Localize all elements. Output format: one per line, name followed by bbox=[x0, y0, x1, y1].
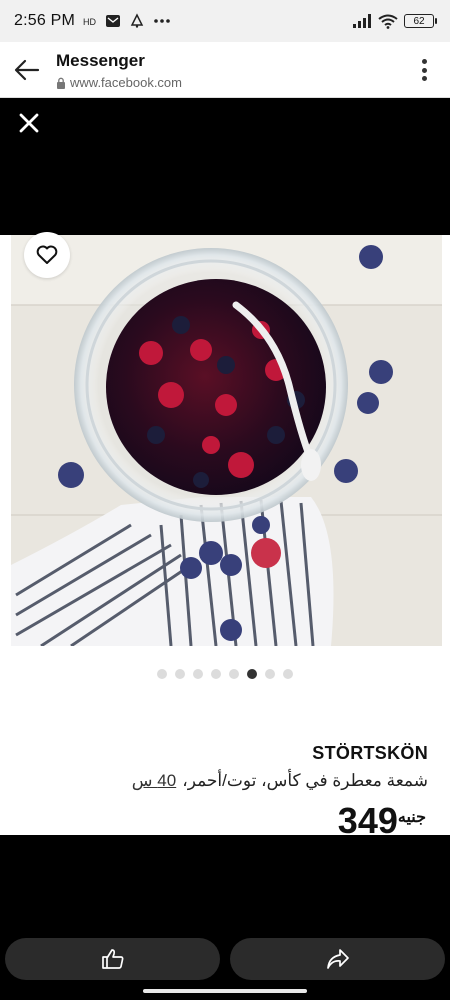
close-button[interactable] bbox=[14, 108, 44, 138]
heart-icon bbox=[36, 245, 58, 264]
pagination-dot[interactable] bbox=[211, 669, 221, 679]
product-card: STÖRTSKÖN شمعة معطرة في كأس، توت/أحمر، 4… bbox=[0, 232, 450, 841]
share-icon bbox=[326, 949, 349, 969]
status-bar: 2:56 PM HD 62 bbox=[0, 0, 450, 42]
bottom-actions bbox=[5, 938, 445, 980]
browser-url: www.facebook.com bbox=[56, 75, 182, 90]
mail-icon bbox=[105, 14, 121, 28]
back-button[interactable] bbox=[12, 56, 42, 84]
menu-dot bbox=[421, 67, 427, 73]
product-name: STÖRTSKÖN bbox=[312, 743, 428, 763]
pagination-dot[interactable] bbox=[283, 669, 293, 679]
pagination-dot[interactable] bbox=[157, 669, 167, 679]
notification-icon bbox=[129, 13, 145, 29]
product-price: جنيه 349 bbox=[338, 801, 428, 841]
pagination-dot-active[interactable] bbox=[247, 669, 257, 679]
size-link[interactable]: 40 س bbox=[132, 771, 176, 791]
lock-icon bbox=[57, 77, 65, 89]
more-dots-icon bbox=[153, 18, 171, 24]
menu-dot bbox=[421, 59, 427, 64]
close-icon bbox=[19, 113, 39, 133]
description-text: شمعة معطرة في كأس، توت/أحمر، bbox=[182, 771, 428, 790]
pagination-dot[interactable] bbox=[175, 669, 185, 679]
home-indicator[interactable] bbox=[143, 989, 307, 993]
status-right: 62 bbox=[352, 14, 437, 29]
arrow-left-icon bbox=[14, 59, 40, 81]
browser-title: Messenger bbox=[56, 51, 145, 70]
menu-dot bbox=[421, 76, 427, 81]
battery-icon: 62 bbox=[404, 14, 437, 28]
product-image[interactable] bbox=[11, 235, 442, 646]
status-left: 2:56 PM HD bbox=[14, 12, 171, 30]
thumbs-up-icon bbox=[101, 949, 123, 969]
svg-text:HD: HD bbox=[83, 17, 96, 27]
url-text: www.facebook.com bbox=[70, 75, 182, 90]
overflow-menu-button[interactable] bbox=[414, 56, 434, 84]
share-button[interactable] bbox=[230, 938, 445, 980]
price-amount: 349 bbox=[337, 800, 398, 841]
pagination-dot[interactable] bbox=[265, 669, 275, 679]
image-pagination bbox=[0, 669, 450, 679]
pagination-dot[interactable] bbox=[229, 669, 239, 679]
favorite-button[interactable] bbox=[24, 232, 70, 278]
status-time: 2:56 PM bbox=[14, 12, 75, 29]
pagination-dot[interactable] bbox=[193, 669, 203, 679]
browser-bar: Messenger www.facebook.com bbox=[0, 42, 450, 98]
product-description: شمعة معطرة في كأس، توت/أحمر، 40 س bbox=[132, 771, 428, 791]
like-button[interactable] bbox=[5, 938, 220, 980]
price-currency: جنيه bbox=[397, 809, 426, 826]
signal-icon bbox=[352, 14, 372, 28]
wifi-icon bbox=[378, 14, 398, 29]
hd-icon: HD bbox=[83, 15, 97, 27]
